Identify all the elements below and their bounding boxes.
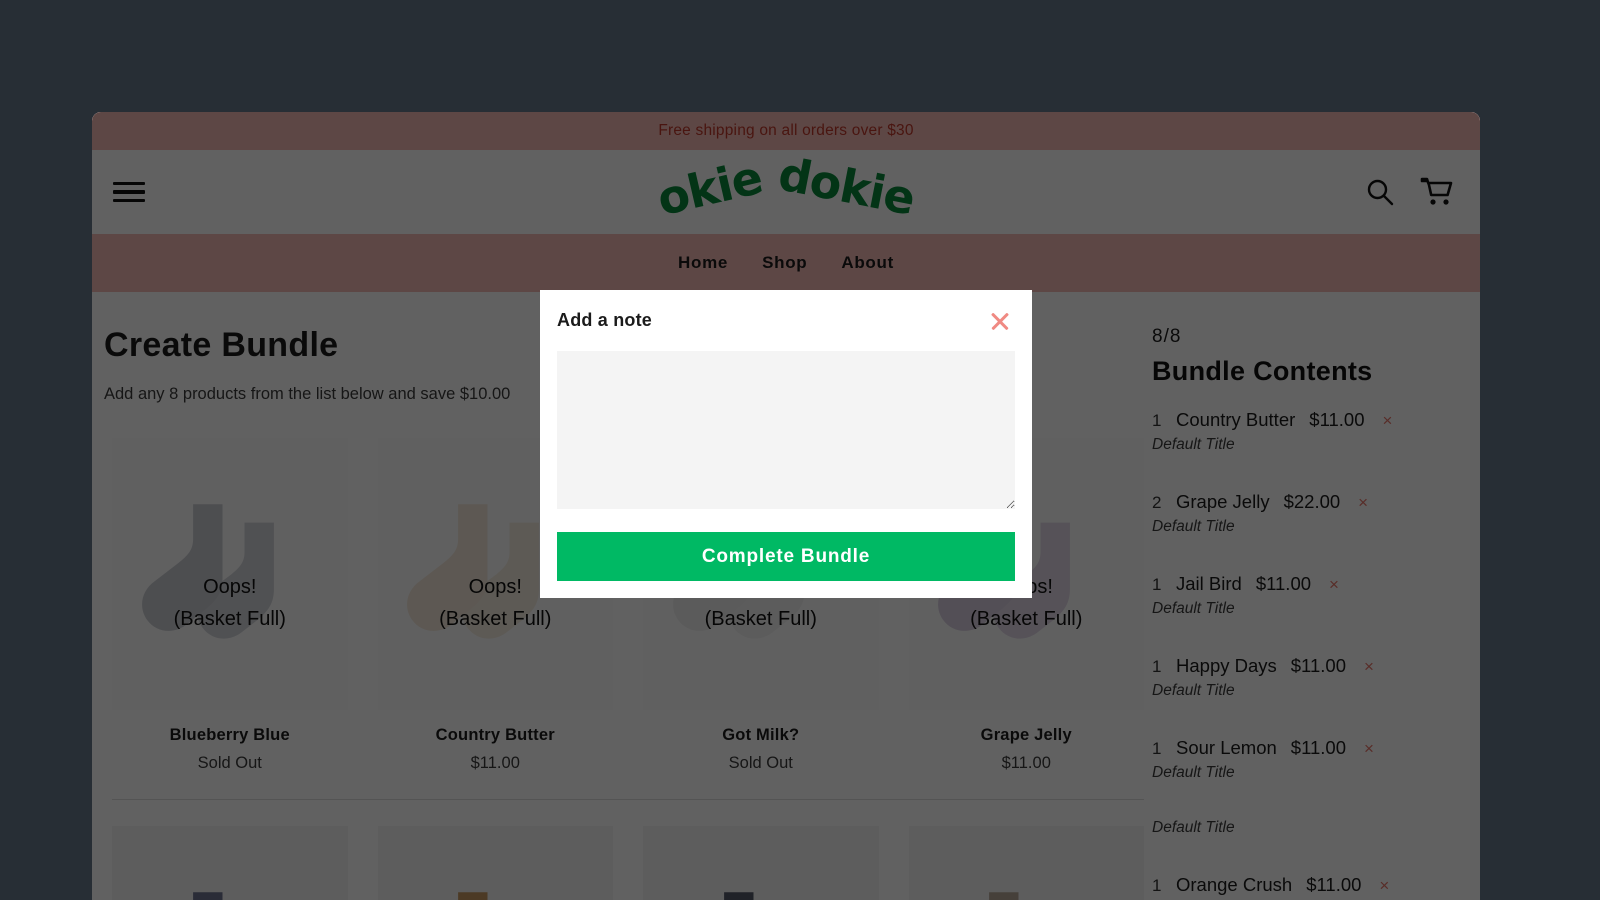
close-icon[interactable] [987, 308, 1013, 334]
modal-header: Add a note [557, 308, 1015, 334]
modal-title: Add a note [557, 310, 652, 330]
complete-bundle-button[interactable]: Complete Bundle [557, 532, 1015, 581]
add-note-modal: Add a note Complete Bundle [540, 290, 1032, 598]
note-input[interactable] [557, 351, 1015, 510]
browser-window: Free shipping on all orders over $30 oki… [92, 112, 1480, 900]
